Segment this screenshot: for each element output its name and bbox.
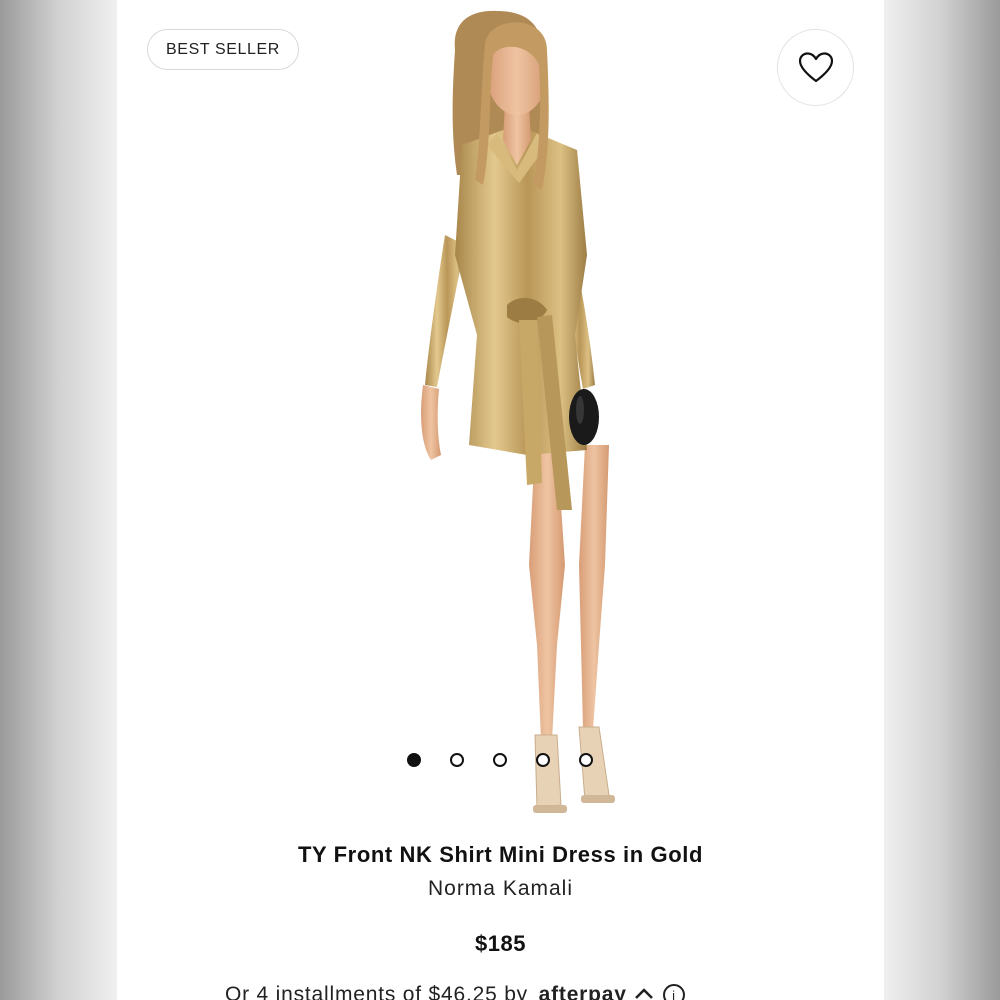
product-photo[interactable] — [347, 5, 647, 830]
gallery-dot-2[interactable] — [450, 753, 464, 767]
gallery-dot-1[interactable] — [407, 753, 421, 767]
gallery-dot-3[interactable] — [493, 753, 507, 767]
product-card: BEST SELLER TY Front NK Shirt Mini Dress… — [117, 0, 884, 1000]
best-seller-label: BEST SELLER — [166, 40, 280, 58]
installments-info: Or 4 installments of $46.25 by afterpay … — [225, 983, 686, 1000]
heart-outline-icon — [798, 51, 833, 82]
info-icon[interactable]: i — [662, 983, 686, 1000]
gallery-pagination — [407, 753, 593, 767]
favorite-button[interactable] — [777, 29, 854, 106]
best-seller-badge: BEST SELLER — [147, 29, 299, 70]
afterpay-loop-icon — [635, 988, 654, 1000]
svg-text:i: i — [672, 988, 676, 1000]
product-title: TY Front NK Shirt Mini Dress in Gold — [298, 842, 703, 867]
afterpay-logo: afterpay — [538, 983, 627, 1000]
product-price: $185 — [475, 931, 526, 956]
gallery-dot-5[interactable] — [579, 753, 593, 767]
installments-text: Or 4 installments of $46.25 by — [225, 983, 528, 1000]
gallery-dot-4[interactable] — [536, 753, 550, 767]
brand-link[interactable]: Norma Kamali — [117, 877, 884, 901]
